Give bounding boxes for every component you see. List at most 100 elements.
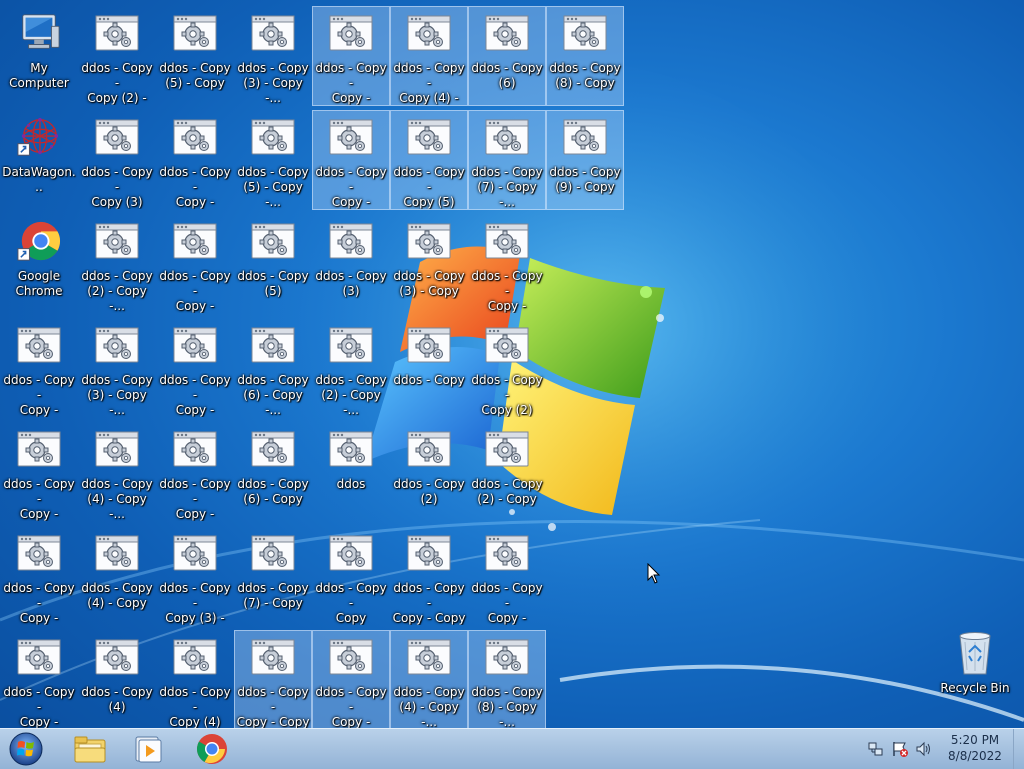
gear-document-icon	[251, 325, 295, 365]
desktop-icon-ddos[interactable]: ddos - Copy - Copy	[312, 526, 390, 626]
desktop-icon-ddos[interactable]: ddos - Copy - Copy (4)	[156, 630, 234, 730]
network-icon[interactable]	[866, 739, 886, 759]
gear-document-icon	[95, 221, 139, 261]
gear-document-icon	[173, 117, 217, 157]
clock-date: 8/8/2022	[948, 749, 1002, 763]
desktop-icon-ddos[interactable]: ddos	[312, 422, 390, 522]
desktop-icon-ddos[interactable]: ddos - Copy - Copy - Cop...	[312, 110, 390, 210]
desktop-icon-label: ddos - Copy - Copy - Copy	[392, 581, 466, 625]
desktop-icon-label: ddos - Copy - Copy - Cop...	[3, 477, 75, 521]
gear-document-icon	[485, 637, 529, 677]
desktop-icon-ddos[interactable]: ddos - Copy (2)	[390, 422, 468, 522]
gear-document-icon	[17, 325, 61, 365]
desktop-icon-ddos[interactable]: ddos - Copy (3)	[312, 214, 390, 314]
desktop-icon-ddos[interactable]: ddos - Copy (5)	[234, 214, 312, 314]
desktop-icon-ddos[interactable]: ddos - Copy (5) - Copy -...	[234, 110, 312, 210]
desktop-icon-ddos[interactable]: ddos - Copy (3) - Copy -...	[234, 6, 312, 106]
desktop-icon-label: ddos - Copy (2) - Copy -...	[81, 269, 153, 313]
gear-document-icon	[173, 429, 217, 469]
desktop-icon-label: ddos - Copy (5)	[237, 269, 309, 298]
desktop-icon-my-computer[interactable]: My Computer	[0, 6, 78, 106]
desktop-icon-ddos[interactable]: ddos - Copy - Copy - Cop...	[0, 422, 78, 522]
desktop-icon-ddos[interactable]: ddos - Copy (3) - Copy	[390, 214, 468, 314]
desktop-icon-ddos[interactable]: ddos - Copy (3) - Copy -...	[78, 318, 156, 418]
desktop-icon-label: ddos - Copy (3)	[315, 269, 387, 298]
gear-document-icon	[563, 13, 607, 53]
desktop-icon-label: Recycle Bin	[940, 681, 1010, 695]
desktop-icon-ddos[interactable]: ddos - Copy (5) - Copy	[156, 6, 234, 106]
desktop-icon-ddos[interactable]: ddos - Copy - Copy - Cop...	[156, 318, 234, 418]
system-tray: 5:20 PM 8/8/2022	[860, 729, 1024, 769]
desktop-icon-ddos[interactable]: ddos - Copy - Copy - Cop...	[312, 6, 390, 106]
desktop-icon-ddos[interactable]: ddos - Copy (8) - Copy	[546, 6, 624, 106]
taskbar-chrome-button[interactable]	[186, 731, 238, 767]
desktop-icon-ddos[interactable]: ddos - Copy - Copy - Cop...	[0, 630, 78, 730]
desktop-icon-label: ddos - Copy - Copy - Cop...	[159, 477, 231, 521]
desktop-icon-ddos[interactable]: ddos - Copy - Copy - Copy	[390, 526, 468, 626]
desktop-icon-ddos[interactable]: ddos - Copy - Copy (2)	[468, 318, 546, 418]
desktop-icon-ddos[interactable]: ddos - Copy - Copy - Copy - Copy -...	[234, 630, 312, 730]
desktop-icon-ddos[interactable]: ddos - Copy (2) - Copy -...	[78, 214, 156, 314]
desktop-icon-label: ddos - Copy - Copy (5)	[393, 165, 465, 209]
desktop-icon-ddos[interactable]: ddos - Copy (7) - Copy -...	[468, 110, 546, 210]
desktop-icon-ddos[interactable]: ddos - Copy (4) - Copy	[78, 526, 156, 626]
taskbar-explorer-button[interactable]	[64, 731, 116, 767]
gear-document-icon	[17, 533, 61, 573]
desktop-icon-ddos[interactable]: ddos - Copy (6) - Copy -...	[234, 318, 312, 418]
desktop-icon-label: DataWagon...	[2, 165, 76, 194]
desktop-icon-ddos[interactable]: ddos - Copy (6)	[468, 6, 546, 106]
gear-document-icon	[329, 637, 373, 677]
desktop-icon-label: ddos - Copy (8) - Copy	[549, 61, 621, 90]
desktop-icon-ddos[interactable]: ddos - Copy (6) - Copy	[234, 422, 312, 522]
desktop-icon-ddos[interactable]: ddos - Copy - Copy (5)	[390, 110, 468, 210]
desktop-icon-ddos[interactable]: ddos - Copy - Copy (3)	[78, 110, 156, 210]
desktop-icon-datawagon[interactable]: DataWagon...	[0, 110, 78, 210]
desktop-icon-ddos[interactable]: ddos - Copy - Copy - Cop...	[0, 318, 78, 418]
desktop-icon-ddos[interactable]: ddos - Copy (7) - Copy	[234, 526, 312, 626]
desktop-icon-ddos[interactable]: ddos - Copy (2) - Copy -...	[312, 318, 390, 418]
desktop-icon-label: ddos	[336, 477, 366, 491]
desktop-icon-ddos[interactable]: ddos - Copy (2) - Copy	[468, 422, 546, 522]
gear-document-icon	[173, 221, 217, 261]
taskbar-media-player-button[interactable]	[122, 731, 174, 767]
gear-document-icon	[95, 117, 139, 157]
desktop-icon-ddos[interactable]: ddos - Copy	[390, 318, 468, 418]
gear-document-icon	[251, 429, 295, 469]
gear-document-icon	[485, 429, 529, 469]
gear-document-icon	[329, 117, 373, 157]
gear-document-icon	[95, 429, 139, 469]
desktop-icon-ddos[interactable]: ddos - Copy (4) - Copy -...	[78, 422, 156, 522]
recycle-bin-icon	[953, 632, 997, 675]
desktop-icon-ddos[interactable]: ddos - Copy - Copy - Cop...	[0, 526, 78, 626]
desktop-icon-google-chrome[interactable]: Google Chrome	[0, 214, 78, 314]
desktop-icon-label: ddos - Copy (2) - Copy	[471, 477, 543, 506]
desktop-icon-ddos[interactable]: ddos - Copy - Copy (4) - C...	[390, 6, 468, 106]
clock[interactable]: 5:20 PM 8/8/2022	[935, 732, 1015, 764]
gear-document-icon	[329, 13, 373, 53]
desktop-icon-recycle-bin[interactable]: Recycle Bin	[936, 626, 1014, 726]
desktop-icon-ddos[interactable]: ddos - Copy - Copy - Cop...	[156, 422, 234, 522]
desktop-icon-ddos[interactable]: ddos - Copy (9) - Copy	[546, 110, 624, 210]
desktop-icon-ddos[interactable]: ddos - Copy - Copy - Cop...	[156, 110, 234, 210]
gear-document-icon	[173, 325, 217, 365]
gear-document-icon	[407, 325, 451, 365]
desktop[interactable]: My Computer ddos - Copy - Copy (2) - C...…	[0, 0, 1024, 730]
desktop-icon-ddos[interactable]: ddos - Copy - Copy - Cop...	[468, 526, 546, 626]
gear-document-icon	[251, 117, 295, 157]
desktop-icon-ddos[interactable]: ddos - Copy - Copy - Cop...	[156, 214, 234, 314]
desktop-icon-label: My Computer	[9, 61, 69, 90]
desktop-icon-label: ddos - Copy (3) - Copy -...	[237, 61, 309, 105]
desktop-icon-ddos[interactable]: ddos - Copy - Copy - Cop...	[312, 630, 390, 730]
desktop-icon-label: ddos - Copy (5) - Copy	[159, 61, 231, 90]
action-center-flag-icon[interactable]	[890, 739, 910, 759]
start-button[interactable]	[6, 730, 46, 768]
desktop-icon-ddos[interactable]: ddos - Copy - Copy (2) - C...	[78, 6, 156, 106]
desktop-icon-ddos[interactable]: ddos - Copy (8) - Copy -...	[468, 630, 546, 730]
gear-document-icon	[95, 13, 139, 53]
show-desktop-button[interactable]	[1013, 729, 1024, 769]
desktop-icon-ddos[interactable]: ddos - Copy - Copy - Cop...	[468, 214, 546, 314]
desktop-icon-ddos[interactable]: ddos - Copy (4)	[78, 630, 156, 730]
desktop-icon-ddos[interactable]: ddos - Copy - Copy (3) - C...	[156, 526, 234, 626]
volume-icon[interactable]	[914, 739, 934, 759]
desktop-icon-ddos[interactable]: ddos - Copy (4) - Copy -...	[390, 630, 468, 730]
